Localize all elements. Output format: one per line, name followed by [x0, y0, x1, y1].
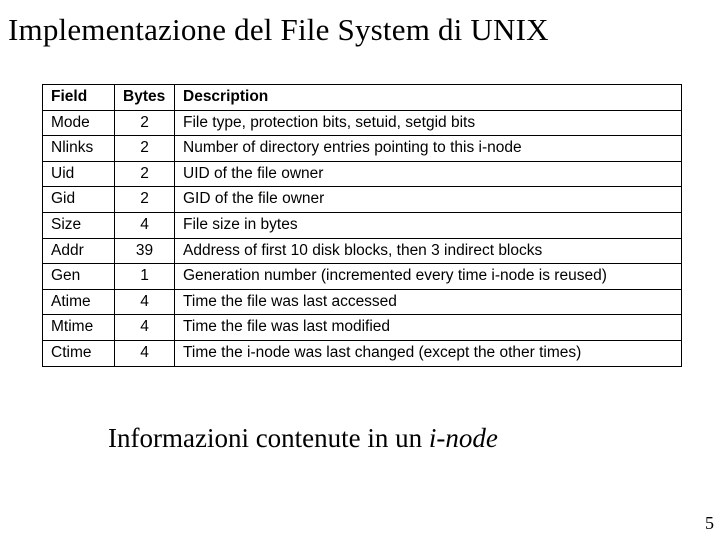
cell-desc: File type, protection bits, setuid, setg…: [175, 110, 682, 136]
table-container: Field Bytes Description Mode 2 File type…: [8, 84, 712, 367]
table-row: Gen 1 Generation number (incremented eve…: [43, 264, 682, 290]
cell-field: Size: [43, 212, 115, 238]
cell-bytes: 2: [115, 136, 175, 162]
cell-field: Addr: [43, 238, 115, 264]
cell-bytes: 4: [115, 340, 175, 366]
cell-field: Mode: [43, 110, 115, 136]
cell-desc: Time the i-node was last changed (except…: [175, 340, 682, 366]
cell-field: Mtime: [43, 315, 115, 341]
table-row: Gid 2 GID of the file owner: [43, 187, 682, 213]
col-header-field: Field: [43, 85, 115, 111]
table-row: Size 4 File size in bytes: [43, 212, 682, 238]
cell-bytes: 4: [115, 315, 175, 341]
table-header-row: Field Bytes Description: [43, 85, 682, 111]
cell-bytes: 2: [115, 110, 175, 136]
cell-bytes: 2: [115, 161, 175, 187]
cell-desc: UID of the file owner: [175, 161, 682, 187]
cell-desc: Address of first 10 disk blocks, then 3 …: [175, 238, 682, 264]
caption-italic-term: i-node: [429, 423, 498, 453]
cell-desc: Number of directory entries pointing to …: [175, 136, 682, 162]
cell-field: Gen: [43, 264, 115, 290]
table-row: Ctime 4 Time the i-node was last changed…: [43, 340, 682, 366]
cell-field: Gid: [43, 187, 115, 213]
cell-field: Ctime: [43, 340, 115, 366]
cell-desc: GID of the file owner: [175, 187, 682, 213]
cell-bytes: 39: [115, 238, 175, 264]
slide: Implementazione del File System di UNIX …: [0, 0, 720, 540]
page-number: 5: [705, 513, 714, 534]
table-row: Atime 4 Time the file was last accessed: [43, 289, 682, 315]
col-header-description: Description: [175, 85, 682, 111]
slide-title: Implementazione del File System di UNIX: [8, 12, 712, 48]
cell-bytes: 4: [115, 212, 175, 238]
cell-desc: Time the file was last modified: [175, 315, 682, 341]
figure-caption: Informazioni contenute in un i-node: [8, 423, 712, 454]
table-row: Addr 39 Address of first 10 disk blocks,…: [43, 238, 682, 264]
table-row: Mode 2 File type, protection bits, setui…: [43, 110, 682, 136]
table-row: Nlinks 2 Number of directory entries poi…: [43, 136, 682, 162]
cell-desc: File size in bytes: [175, 212, 682, 238]
cell-bytes: 1: [115, 264, 175, 290]
cell-field: Atime: [43, 289, 115, 315]
cell-field: Nlinks: [43, 136, 115, 162]
table-row: Uid 2 UID of the file owner: [43, 161, 682, 187]
cell-bytes: 4: [115, 289, 175, 315]
cell-field: Uid: [43, 161, 115, 187]
cell-bytes: 2: [115, 187, 175, 213]
cell-desc: Time the file was last accessed: [175, 289, 682, 315]
cell-desc: Generation number (incremented every tim…: [175, 264, 682, 290]
table-row: Mtime 4 Time the file was last modified: [43, 315, 682, 341]
caption-text: Informazioni contenute in un: [108, 423, 429, 453]
col-header-bytes: Bytes: [115, 85, 175, 111]
inode-fields-table: Field Bytes Description Mode 2 File type…: [42, 84, 682, 367]
